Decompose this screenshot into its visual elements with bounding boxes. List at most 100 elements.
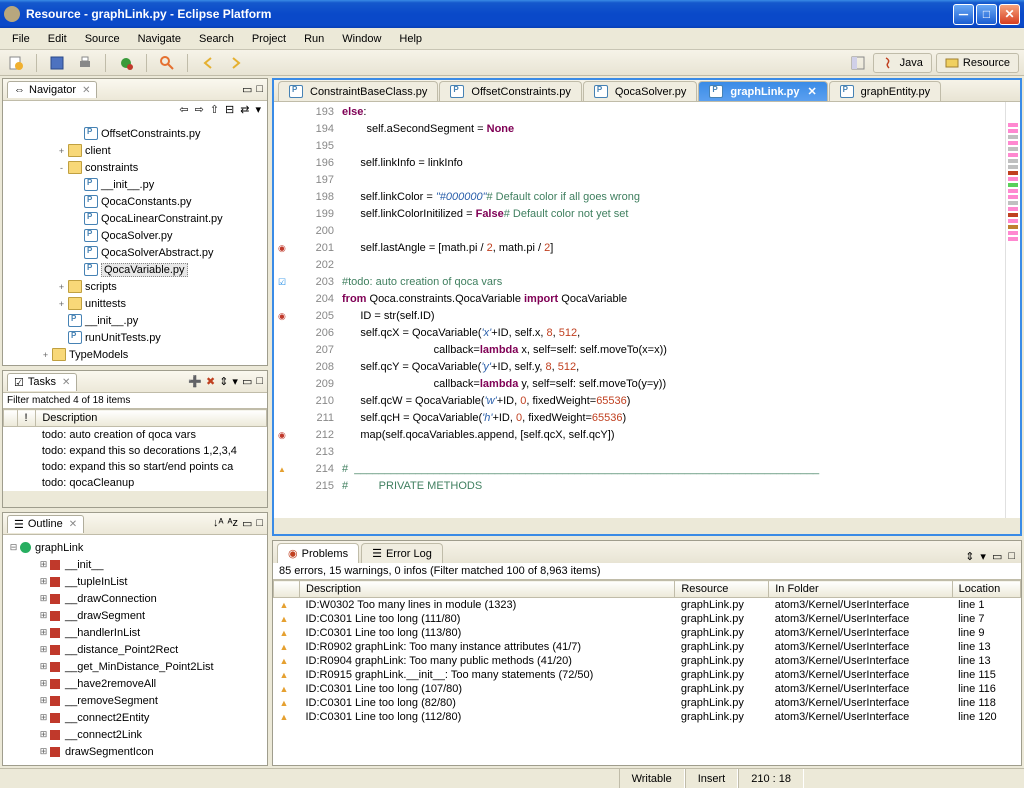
tree-item[interactable]: QocaVariable.py bbox=[7, 261, 263, 278]
outline-class[interactable]: ⊟graphLink bbox=[7, 539, 263, 556]
outline-method[interactable]: ⊞__init__ bbox=[7, 556, 263, 573]
outline-tree[interactable]: ⊟graphLink⊞__init__⊞__tupleInList⊞__draw… bbox=[3, 535, 267, 765]
task-row[interactable]: todo: qocaCleanup bbox=[4, 475, 267, 491]
tree-item[interactable]: -constraints bbox=[7, 159, 263, 176]
task-row[interactable]: todo: expand this so start/end points ca bbox=[4, 459, 267, 475]
tree-item[interactable]: __init__.py bbox=[7, 312, 263, 329]
outline-tab[interactable]: ☰Outline✕ bbox=[7, 515, 84, 533]
tasks-table[interactable]: !Description todo: auto creation of qoca… bbox=[3, 409, 267, 491]
new-icon[interactable] bbox=[5, 52, 27, 74]
problem-row[interactable]: ID:C0301 Line too long (113/80)graphLink… bbox=[274, 626, 1021, 640]
task-row[interactable]: todo: expand this so decorations 1,2,3,4 bbox=[4, 443, 267, 459]
editor-tab[interactable]: QocaSolver.py bbox=[583, 81, 698, 101]
task-row[interactable]: todo: auto creation of qoca vars bbox=[4, 427, 267, 444]
back-icon[interactable]: ⇦ bbox=[179, 103, 188, 119]
minimize-icon[interactable]: ▭ bbox=[242, 83, 252, 96]
tree-item[interactable]: QocaSolverAbstract.py bbox=[7, 244, 263, 261]
outline-method[interactable]: ⊞__tupleInList bbox=[7, 573, 263, 590]
up-icon[interactable]: ⇧ bbox=[210, 103, 219, 119]
outline-method[interactable]: ⊞__have2removeAll bbox=[7, 675, 263, 692]
overview-ruler[interactable] bbox=[1005, 102, 1020, 518]
menu-navigate[interactable]: Navigate bbox=[130, 31, 189, 47]
problem-row[interactable]: ID:R0904 graphLink: Too many public meth… bbox=[274, 654, 1021, 668]
print-icon[interactable] bbox=[74, 52, 96, 74]
tree-item[interactable]: +TypeModels bbox=[7, 346, 263, 363]
collapse-icon[interactable]: ⊟ bbox=[225, 103, 234, 119]
menu-icon[interactable]: ▾ bbox=[232, 375, 238, 388]
menu-icon[interactable]: ▾ bbox=[980, 550, 986, 563]
navigator-tree[interactable]: OffsetConstraints.py+client-constraints_… bbox=[3, 121, 267, 365]
open-perspective-icon[interactable] bbox=[847, 52, 869, 74]
tasks-tab[interactable]: ☑Tasks✕ bbox=[7, 373, 77, 391]
outline-method[interactable]: ⊞drawSegmentIcon bbox=[7, 743, 263, 760]
editor-tab[interactable]: ConstraintBaseClass.py bbox=[278, 81, 438, 101]
menu-project[interactable]: Project bbox=[244, 31, 294, 47]
menu-help[interactable]: Help bbox=[391, 31, 430, 47]
close-icon[interactable]: ✕ bbox=[62, 377, 70, 388]
problem-row[interactable]: ID:W0302 Too many lines in module (1323)… bbox=[274, 598, 1021, 613]
outline-method[interactable]: ⊞__drawConnection bbox=[7, 590, 263, 607]
filter-icon[interactable]: ⇕ bbox=[965, 550, 974, 563]
nav-forward-icon[interactable] bbox=[225, 52, 247, 74]
problem-row[interactable]: ID:C0301 Line too long (82/80)graphLink.… bbox=[274, 696, 1021, 710]
editor-tab[interactable]: OffsetConstraints.py bbox=[439, 81, 581, 101]
problem-row[interactable]: ID:C0301 Line too long (107/80)graphLink… bbox=[274, 682, 1021, 696]
save-icon[interactable] bbox=[46, 52, 68, 74]
nav-back-icon[interactable] bbox=[197, 52, 219, 74]
close-button[interactable]: ✕ bbox=[999, 4, 1020, 25]
maximize-icon[interactable]: □ bbox=[256, 375, 263, 388]
tree-item[interactable]: +client bbox=[7, 142, 263, 159]
menu-file[interactable]: File bbox=[4, 31, 38, 47]
menu-window[interactable]: Window bbox=[334, 31, 389, 47]
add-task-icon[interactable]: ➕ bbox=[188, 375, 202, 388]
outline-method[interactable]: ⊞__connect2Entity bbox=[7, 709, 263, 726]
minimize-button[interactable]: － bbox=[953, 4, 974, 25]
problem-row[interactable]: ID:R0915 graphLink.__init__: Too many st… bbox=[274, 668, 1021, 682]
forward-icon[interactable]: ⇨ bbox=[195, 103, 204, 119]
filter-icon[interactable]: ⇕ bbox=[219, 375, 228, 388]
problems-table[interactable]: DescriptionResourceIn FolderLocation ID:… bbox=[273, 580, 1021, 765]
menu-source[interactable]: Source bbox=[77, 31, 128, 47]
editor-scrollbar[interactable] bbox=[274, 518, 1020, 534]
maximize-icon[interactable]: □ bbox=[1008, 550, 1015, 563]
minimize-icon[interactable]: ▭ bbox=[992, 550, 1002, 563]
menu-search[interactable]: Search bbox=[191, 31, 242, 47]
code-editor[interactable]: 193 else:194 self.aSecondSegment = None1… bbox=[274, 102, 1020, 518]
maximize-button[interactable]: □ bbox=[976, 4, 997, 25]
outline-method[interactable]: ⊞__removeSegment bbox=[7, 692, 263, 709]
problem-row[interactable]: ID:C0301 Line too long (112/80)graphLink… bbox=[274, 710, 1021, 724]
tree-item[interactable]: +unitTests bbox=[7, 363, 263, 365]
editor-tab[interactable]: graphLink.py✕ bbox=[698, 81, 827, 101]
problems-tab[interactable]: ☰Error Log bbox=[361, 543, 443, 563]
problem-row[interactable]: ID:C0301 Line too long (111/80)graphLink… bbox=[274, 612, 1021, 626]
tree-item[interactable]: runUnitTests.py bbox=[7, 329, 263, 346]
tree-item[interactable]: QocaConstants.py bbox=[7, 193, 263, 210]
tree-item[interactable]: +unittests bbox=[7, 295, 263, 312]
tree-item[interactable]: +scripts bbox=[7, 278, 263, 295]
outline-method[interactable]: ⊞__handlerInList bbox=[7, 624, 263, 641]
link-icon[interactable]: ⇄ bbox=[240, 103, 249, 119]
close-icon[interactable]: ✕ bbox=[69, 519, 77, 530]
menu-edit[interactable]: Edit bbox=[40, 31, 75, 47]
menu-run[interactable]: Run bbox=[296, 31, 332, 47]
sort2-icon[interactable]: ᴬz bbox=[227, 517, 237, 530]
tree-item[interactable]: QocaSolver.py bbox=[7, 227, 263, 244]
outline-method[interactable]: ⊞__distance_Point2Rect bbox=[7, 641, 263, 658]
tree-item[interactable]: OffsetConstraints.py bbox=[7, 125, 263, 142]
maximize-icon[interactable]: □ bbox=[256, 517, 263, 530]
outline-method[interactable]: ⊞__get_MinDistance_Point2List bbox=[7, 658, 263, 675]
delete-task-icon[interactable]: ✖ bbox=[206, 375, 215, 388]
minimize-icon[interactable]: ▭ bbox=[242, 375, 252, 388]
problems-tab[interactable]: ◉Problems bbox=[277, 543, 359, 563]
maximize-icon[interactable]: □ bbox=[256, 83, 263, 96]
scrollbar[interactable] bbox=[3, 491, 267, 507]
outline-method[interactable]: ⊞__connect2Link bbox=[7, 726, 263, 743]
debug-icon[interactable] bbox=[115, 52, 137, 74]
java-perspective-button[interactable]: Java bbox=[873, 53, 932, 73]
resource-perspective-button[interactable]: Resource bbox=[936, 53, 1019, 73]
search-icon[interactable] bbox=[156, 52, 178, 74]
editor-tab[interactable]: graphEntity.py bbox=[829, 81, 942, 101]
navigator-tab[interactable]: ⇔Navigator✕ bbox=[7, 81, 97, 98]
tree-item[interactable]: __init__.py bbox=[7, 176, 263, 193]
minimize-icon[interactable]: ▭ bbox=[242, 517, 252, 530]
